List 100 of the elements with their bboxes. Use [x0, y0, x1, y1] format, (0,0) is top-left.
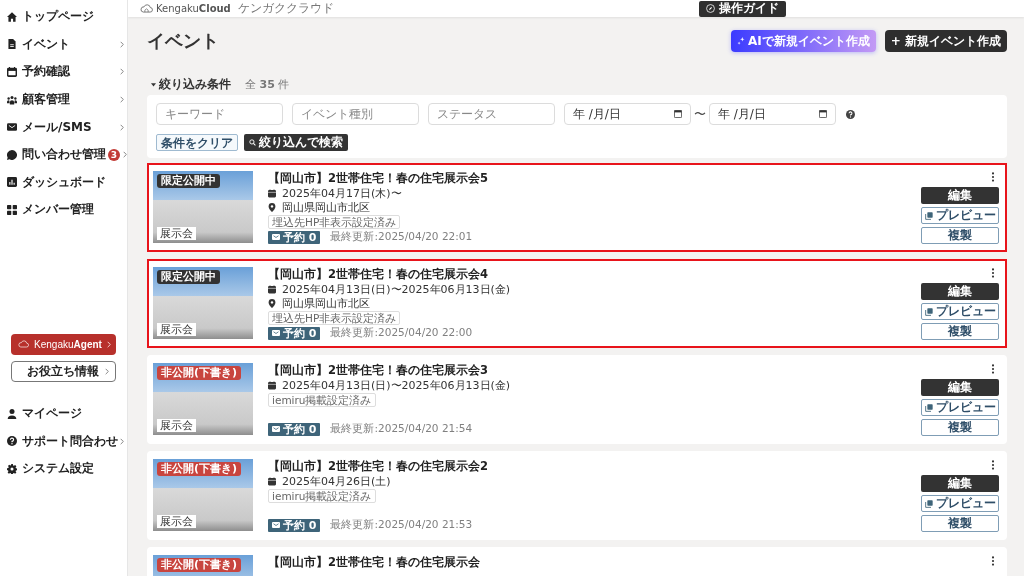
overlapping-squares-icon: [924, 211, 933, 220]
edit-button[interactable]: 編集: [921, 187, 999, 204]
setting-tag: 埋込先HP非表示設定済み: [268, 215, 401, 229]
overlapping-squares-icon: [924, 307, 933, 316]
last-updated: 最終更新:2025/04/20 22:00: [330, 326, 473, 340]
location-pin-icon: [268, 298, 276, 308]
nav-item[interactable]: 問い合わせ管理 3: [0, 140, 127, 169]
calendar-icon: [268, 380, 276, 390]
result-count: 全 35 件: [245, 76, 290, 92]
calendar-icon: [268, 284, 276, 294]
status-badge: 限定公開中: [157, 270, 220, 284]
calendar-icon[interactable]: [819, 110, 827, 118]
calendar-icon: [268, 188, 276, 198]
logo-text: KengakuCloud: [156, 3, 231, 14]
reservation-count: 予約 0: [283, 229, 317, 245]
settings-icon: [7, 463, 17, 474]
more-options-icon[interactable]: [991, 268, 995, 278]
more-options-icon[interactable]: [991, 460, 995, 470]
duplicate-button[interactable]: 複製: [921, 419, 999, 436]
status-badge: 非公開(下書き): [157, 462, 242, 476]
edit-button[interactable]: 編集: [921, 475, 999, 492]
nav-item[interactable]: メンバー管理: [0, 196, 127, 224]
date-field[interactable]: 年 /月/日: [709, 103, 836, 125]
chat-bubble-icon: [7, 149, 17, 160]
mail-icon: [272, 330, 280, 336]
nav-item[interactable]: ダッシュボード: [0, 168, 127, 197]
duplicate-button[interactable]: 複製: [921, 515, 999, 532]
agent-button[interactable]: KengakuAgent: [11, 333, 116, 355]
clear-button[interactable]: 条件をクリア: [156, 134, 238, 151]
logo-subtitle: ケンガククラウド: [237, 0, 334, 17]
more-options-icon[interactable]: [991, 172, 995, 182]
people-icon: [7, 94, 17, 105]
last-updated: 最終更新:2025/04/20 21:54: [330, 422, 473, 436]
event-type-field[interactable]: イベント種別: [292, 103, 419, 125]
nav-item[interactable]: 予約確認: [0, 58, 127, 86]
setting-tag: iemiru掲載設定済み: [268, 489, 376, 503]
event-date: 2025年04月17日(木)〜: [282, 185, 402, 201]
category-label: 展示会: [157, 227, 196, 240]
reservation-count: 予約 0: [283, 325, 317, 341]
event-date: 2025年04月26日(土): [282, 473, 391, 489]
nav-item[interactable]: イベント: [0, 30, 127, 59]
preview-button[interactable]: プレビュー: [921, 207, 999, 224]
nav-item[interactable]: トップページ: [0, 3, 127, 31]
overlapping-squares-icon: [924, 499, 933, 508]
preview-button[interactable]: プレビュー: [921, 399, 999, 416]
keyword-field[interactable]: キーワード: [156, 103, 283, 125]
event-title: 【岡山市】2世帯住宅！春の住宅展示会5: [268, 171, 488, 186]
reservation-count: 予約 0: [283, 517, 317, 533]
event-title: 【岡山市】2世帯住宅！春の住宅展示会3: [268, 363, 488, 378]
chevron-right-icon: [107, 340, 111, 348]
mail-icon: [272, 522, 280, 528]
person-icon: [7, 408, 17, 419]
compass-icon: [706, 4, 715, 13]
grid-icon: [7, 204, 17, 215]
nav-item[interactable]: システム設定: [0, 454, 127, 483]
status-badge: 非公開(下書き): [157, 558, 242, 572]
cloud-icon: [140, 4, 153, 13]
calendar-icon: [268, 476, 276, 486]
nav-item[interactable]: マイページ: [0, 399, 127, 428]
bar-chart-icon: [7, 177, 17, 188]
mail-icon: [7, 122, 17, 133]
edit-button[interactable]: 編集: [921, 283, 999, 300]
nav-item[interactable]: サポート問合わせ: [0, 427, 127, 455]
calendar-icon[interactable]: [674, 110, 682, 118]
ai-create-button[interactable]: AIで新規イベント作成: [731, 30, 876, 52]
preview-button[interactable]: プレビュー: [921, 303, 999, 320]
search-icon: [249, 139, 256, 146]
info-button[interactable]: お役立ち情報: [11, 360, 116, 382]
filter-toggle[interactable]: 絞り込み条件: [151, 75, 231, 93]
new-event-button[interactable]: + 新規イベント作成: [884, 30, 1007, 52]
overlapping-squares-icon: [924, 403, 933, 412]
guide-button[interactable]: 操作ガイド: [699, 0, 786, 17]
category-label: 展示会: [157, 419, 196, 432]
event-date: 2025年04月13日(日)〜2025年06月13日(金): [282, 281, 511, 297]
category-label: 展示会: [157, 515, 196, 528]
edit-button[interactable]: 編集: [921, 379, 999, 396]
event-date: 2025年04月13日(日)〜2025年06月13日(金): [282, 377, 511, 393]
setting-tag: 埋込先HP非表示設定済み: [268, 311, 401, 325]
duplicate-button[interactable]: 複製: [921, 227, 999, 244]
preview-button[interactable]: プレビュー: [921, 495, 999, 512]
nav-item[interactable]: メール/SMS: [0, 113, 127, 141]
mail-icon: [272, 234, 280, 240]
more-options-icon[interactable]: [991, 556, 995, 566]
search-button[interactable]: 絞り込んで検索: [244, 134, 348, 151]
help-icon[interactable]: [846, 109, 855, 119]
document-icon: [7, 39, 17, 50]
range-separator: 〜: [694, 105, 706, 123]
setting-tag: iemiru掲載設定済み: [268, 393, 376, 407]
event-location: 岡山県岡山市北区: [282, 295, 370, 311]
reservation-count: 予約 0: [283, 421, 317, 437]
last-updated: 最終更新:2025/04/20 22:01: [330, 230, 473, 244]
more-options-icon[interactable]: [991, 364, 995, 374]
status-badge: 限定公開中: [157, 174, 220, 188]
nav-item[interactable]: 顧客管理: [0, 85, 127, 114]
event-title: 【岡山市】2世帯住宅！春の住宅展示会: [268, 555, 480, 570]
count-badge: 3: [108, 148, 120, 161]
status-field[interactable]: ステータス: [428, 103, 555, 125]
date-field[interactable]: 年 /月/日: [564, 103, 691, 125]
duplicate-button[interactable]: 複製: [921, 323, 999, 340]
event-title: 【岡山市】2世帯住宅！春の住宅展示会4: [268, 267, 488, 282]
